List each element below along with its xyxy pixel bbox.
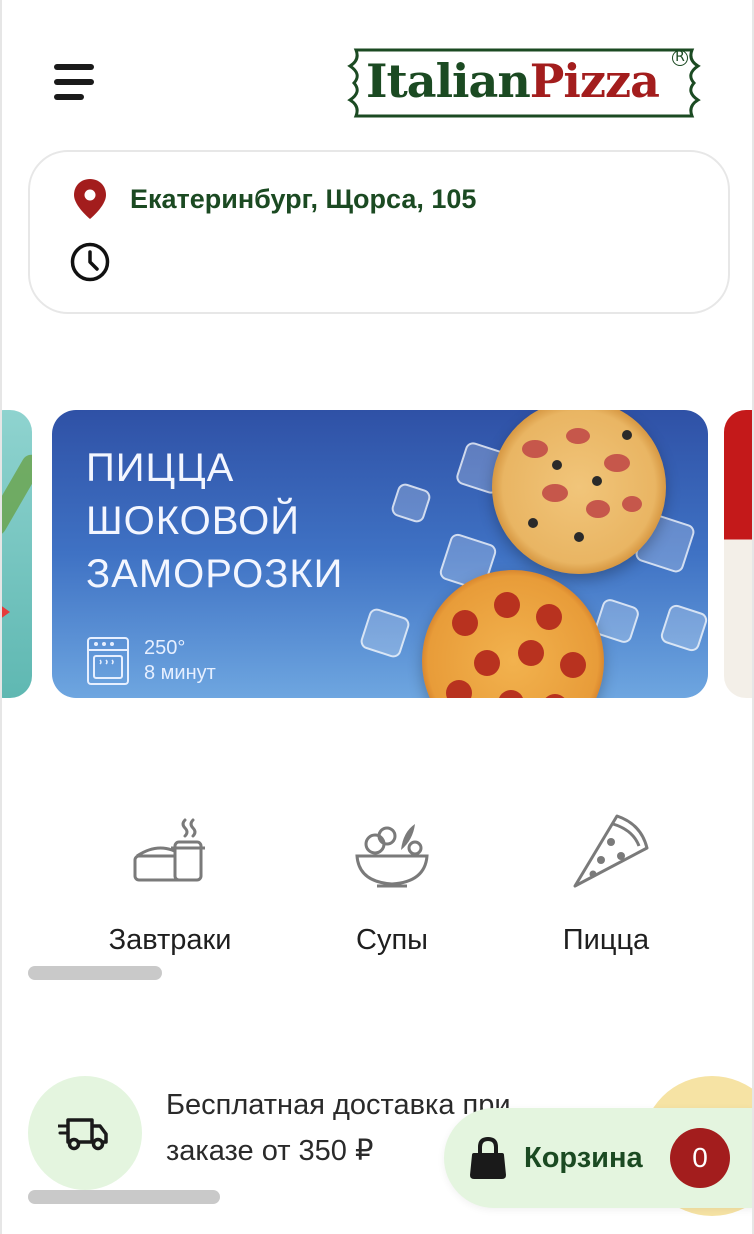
banner-temperature: 250° bbox=[144, 637, 186, 659]
category-label: Пицца bbox=[562, 924, 650, 956]
category-breakfast[interactable]: Завтраки bbox=[70, 812, 270, 962]
brand-logo[interactable]: ItalianPizza R bbox=[342, 46, 706, 120]
clock-icon bbox=[70, 242, 110, 282]
oven-icon bbox=[87, 637, 129, 685]
cart-count-badge: 0 bbox=[670, 1128, 730, 1188]
banner-time: 8 минут bbox=[144, 662, 216, 684]
banner-next[interactable] bbox=[724, 410, 752, 698]
category-label: Супы bbox=[356, 924, 428, 956]
bag-lock-icon bbox=[470, 1136, 506, 1179]
location-card[interactable]: Екатеринбург, Щорса, 105 bbox=[28, 150, 730, 314]
logo-registered-mark: R bbox=[672, 50, 688, 66]
banner-spec: 250° 8 минут bbox=[86, 636, 216, 686]
cart-label: Корзина bbox=[524, 1141, 643, 1174]
category-list: Завтраки Супы Пицца bbox=[56, 812, 706, 962]
delivery-truck-icon bbox=[58, 1118, 108, 1151]
category-soups[interactable]: Супы bbox=[292, 812, 492, 962]
logo-italian-text: Italian bbox=[366, 54, 531, 108]
salad-bowl-icon bbox=[355, 824, 429, 888]
banner-title-line: ШОКОВОЙ bbox=[86, 499, 300, 543]
category-scrollbar[interactable] bbox=[28, 966, 162, 980]
banner-title: ПИЦЦА ШОКОВОЙ ЗАМОРОЗКИ bbox=[86, 442, 343, 601]
hamburger-menu-icon[interactable] bbox=[54, 64, 98, 104]
banner-title-line: ЗАМОРОЗКИ bbox=[86, 552, 344, 596]
promo-scrollbar[interactable] bbox=[28, 1190, 220, 1204]
banner-previous[interactable] bbox=[2, 410, 32, 698]
address-row[interactable]: Екатеринбург, Щорса, 105 bbox=[72, 178, 476, 220]
location-pin-icon bbox=[74, 179, 106, 219]
pepperoni-pizza-image bbox=[422, 570, 604, 698]
banner-title-line: ПИЦЦА bbox=[86, 446, 235, 490]
address-text: Екатеринбург, Щорса, 105 bbox=[130, 183, 477, 214]
promo-banner[interactable]: ПИЦЦА ШОКОВОЙ ЗАМОРОЗКИ 250° 8 минут bbox=[52, 410, 708, 698]
breakfast-icon bbox=[133, 818, 205, 882]
app-screen: ItalianPizza R Екатеринбург, Щорса, 105 … bbox=[0, 0, 754, 1234]
delivery-icon-badge bbox=[28, 1076, 142, 1190]
category-pizza[interactable]: Пицца bbox=[506, 812, 706, 962]
cart-button[interactable]: Корзина 0 bbox=[444, 1108, 752, 1208]
category-label: Завтраки bbox=[108, 924, 232, 956]
logo-pizza-text: Pizza bbox=[529, 54, 660, 108]
pizza-slice-icon bbox=[573, 814, 649, 888]
